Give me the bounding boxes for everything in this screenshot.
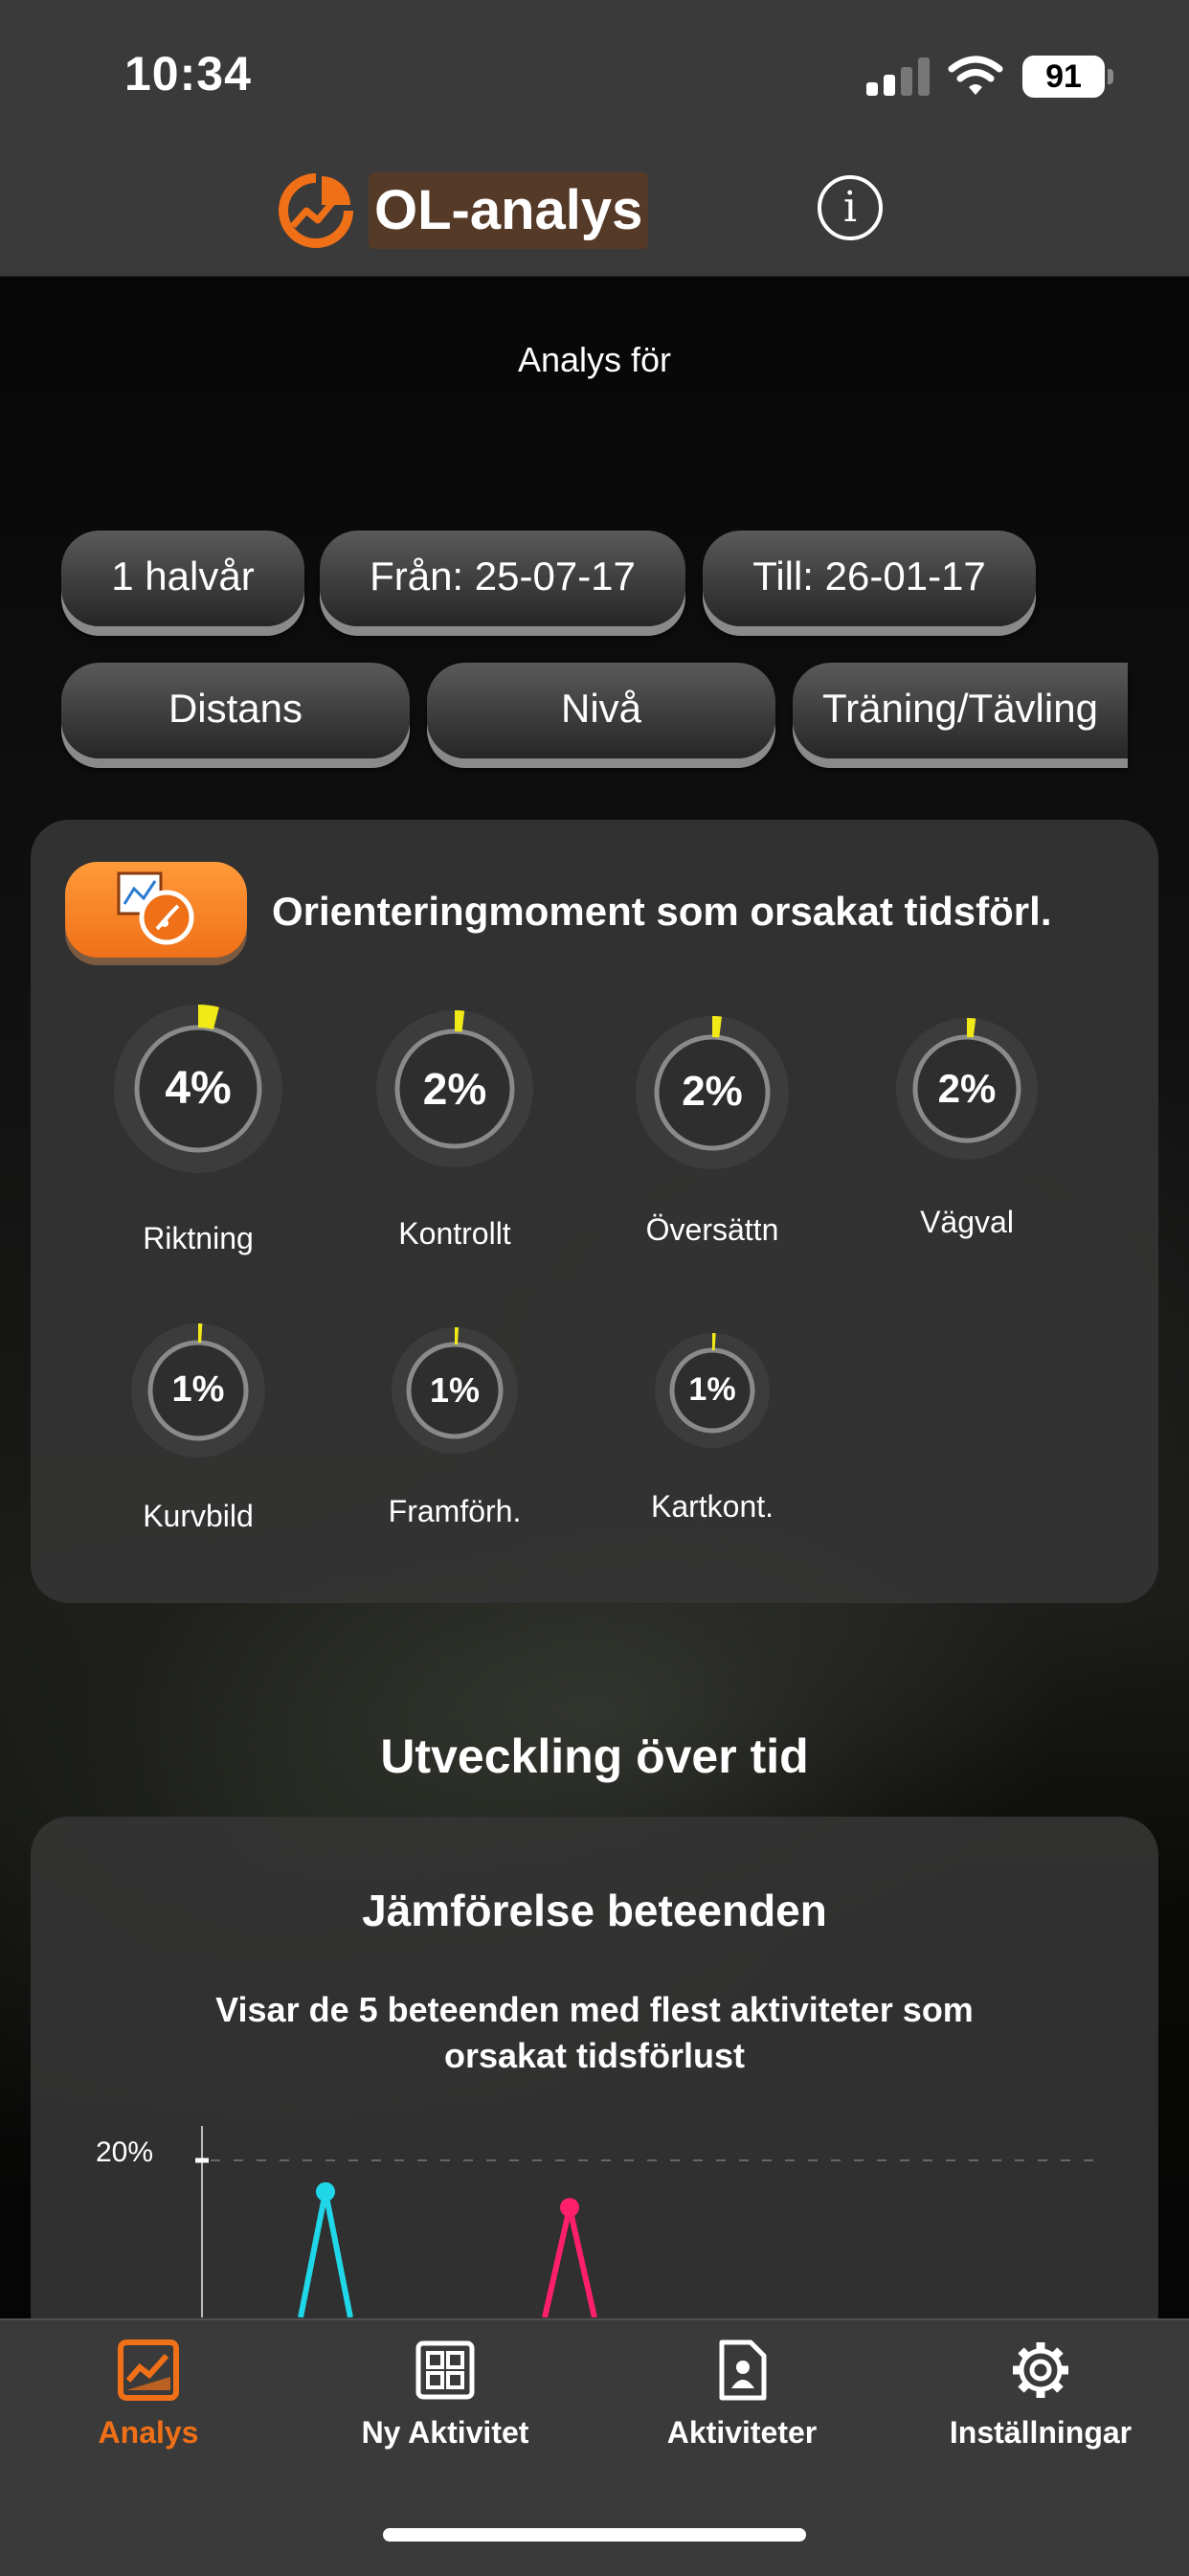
grid-icon — [415, 2340, 475, 2400]
ring-label: Kartkont. — [650, 1489, 774, 1524]
progress-ring-riktning[interactable]: 4% — [110, 1001, 286, 1177]
tab-aktiviteter[interactable]: Aktiviteter — [594, 2339, 890, 2451]
progress-ring-kartkont[interactable]: 1% — [651, 1329, 774, 1452]
period-filter-button[interactable]: 1 halvår — [61, 531, 304, 626]
comparison-chart: 20% — [96, 2126, 1096, 2317]
type-filter-button[interactable]: Träning/Tävling — [793, 663, 1128, 758]
chart-title: Jämförelse beteenden — [362, 1886, 827, 1935]
series-line-1 — [542, 2206, 597, 2317]
progress-ring-kontrollt[interactable]: 2% — [372, 1006, 537, 1171]
ring-value: 2% — [682, 1068, 743, 1116]
map-compass-icon — [117, 871, 194, 945]
series-point-0 — [316, 2181, 335, 2202]
ring-value: 4% — [165, 1063, 232, 1115]
app-title: OL-analys — [369, 172, 649, 249]
wifi-icon — [948, 56, 1003, 95]
tab-installningar[interactable]: Inställningar — [892, 2339, 1189, 2451]
ring-label: Riktning — [143, 1221, 254, 1255]
document-person-icon — [719, 2339, 767, 2401]
ring-label: Framförh. — [388, 1494, 522, 1528]
progress-ring-framförh[interactable]: 1% — [388, 1323, 522, 1457]
logo-icon — [279, 173, 353, 248]
distance-filter-button[interactable]: Distans — [61, 663, 410, 758]
progress-ring-översättn[interactable]: 2% — [632, 1012, 793, 1173]
series-line-0 — [298, 2191, 353, 2317]
tab-ny-aktivitet[interactable]: Ny Aktivitet — [297, 2339, 594, 2451]
chart-subtitle: Visar de 5 beteenden med flest aktivitet… — [215, 1990, 974, 2075]
signal-icon — [866, 57, 930, 96]
ring-value: 1% — [429, 1370, 481, 1411]
battery-indicator: 91 — [1022, 56, 1105, 98]
gear-icon — [1013, 2342, 1068, 2398]
progress-ring-kurvbild[interactable]: 1% — [127, 1320, 269, 1461]
tab-label-aktiviteter: Aktiviteter — [666, 2415, 818, 2450]
ring-label: Kurvbild — [143, 1499, 254, 1533]
tab-label-analys: Analys — [98, 2415, 199, 2450]
tab-label-ny-aktivitet: Ny Aktivitet — [361, 2415, 529, 2450]
ring-label: Översättn — [645, 1212, 779, 1247]
progress-ring-vägval[interactable]: 2% — [892, 1014, 1042, 1164]
ring-value: 2% — [937, 1065, 997, 1111]
ytick-label: 20% — [96, 2136, 153, 2168]
tab-analys[interactable]: Analys — [0, 2339, 297, 2451]
ring-value: 2% — [422, 1064, 487, 1115]
info-button[interactable]: i — [818, 175, 883, 240]
from-date-button[interactable]: Från: 25-07-17 — [320, 531, 685, 626]
ring-label: Kontrollt — [398, 1216, 511, 1251]
series-point-1 — [560, 2198, 579, 2218]
battery-tip — [1108, 69, 1113, 84]
ring-label: Vägval — [920, 1205, 1014, 1239]
tab-label-installningar: Inställningar — [949, 2415, 1133, 2450]
moments-card-title: Orienteringmoment som orsakat tidsförl. — [272, 889, 1052, 934]
chart-icon — [118, 2339, 179, 2401]
ring-value: 1% — [688, 1371, 736, 1409]
status-time: 10:34 — [124, 47, 252, 101]
to-date-button[interactable]: Till: 26-01-17 — [703, 531, 1036, 626]
analysis-label: Analys för — [517, 340, 672, 379]
development-title: Utveckling över tid — [380, 1729, 809, 1783]
moments-card-button[interactable] — [65, 862, 247, 958]
level-filter-button[interactable]: Nivå — [427, 663, 775, 758]
home-indicator — [383, 2528, 806, 2542]
ring-value: 1% — [171, 1368, 225, 1410]
